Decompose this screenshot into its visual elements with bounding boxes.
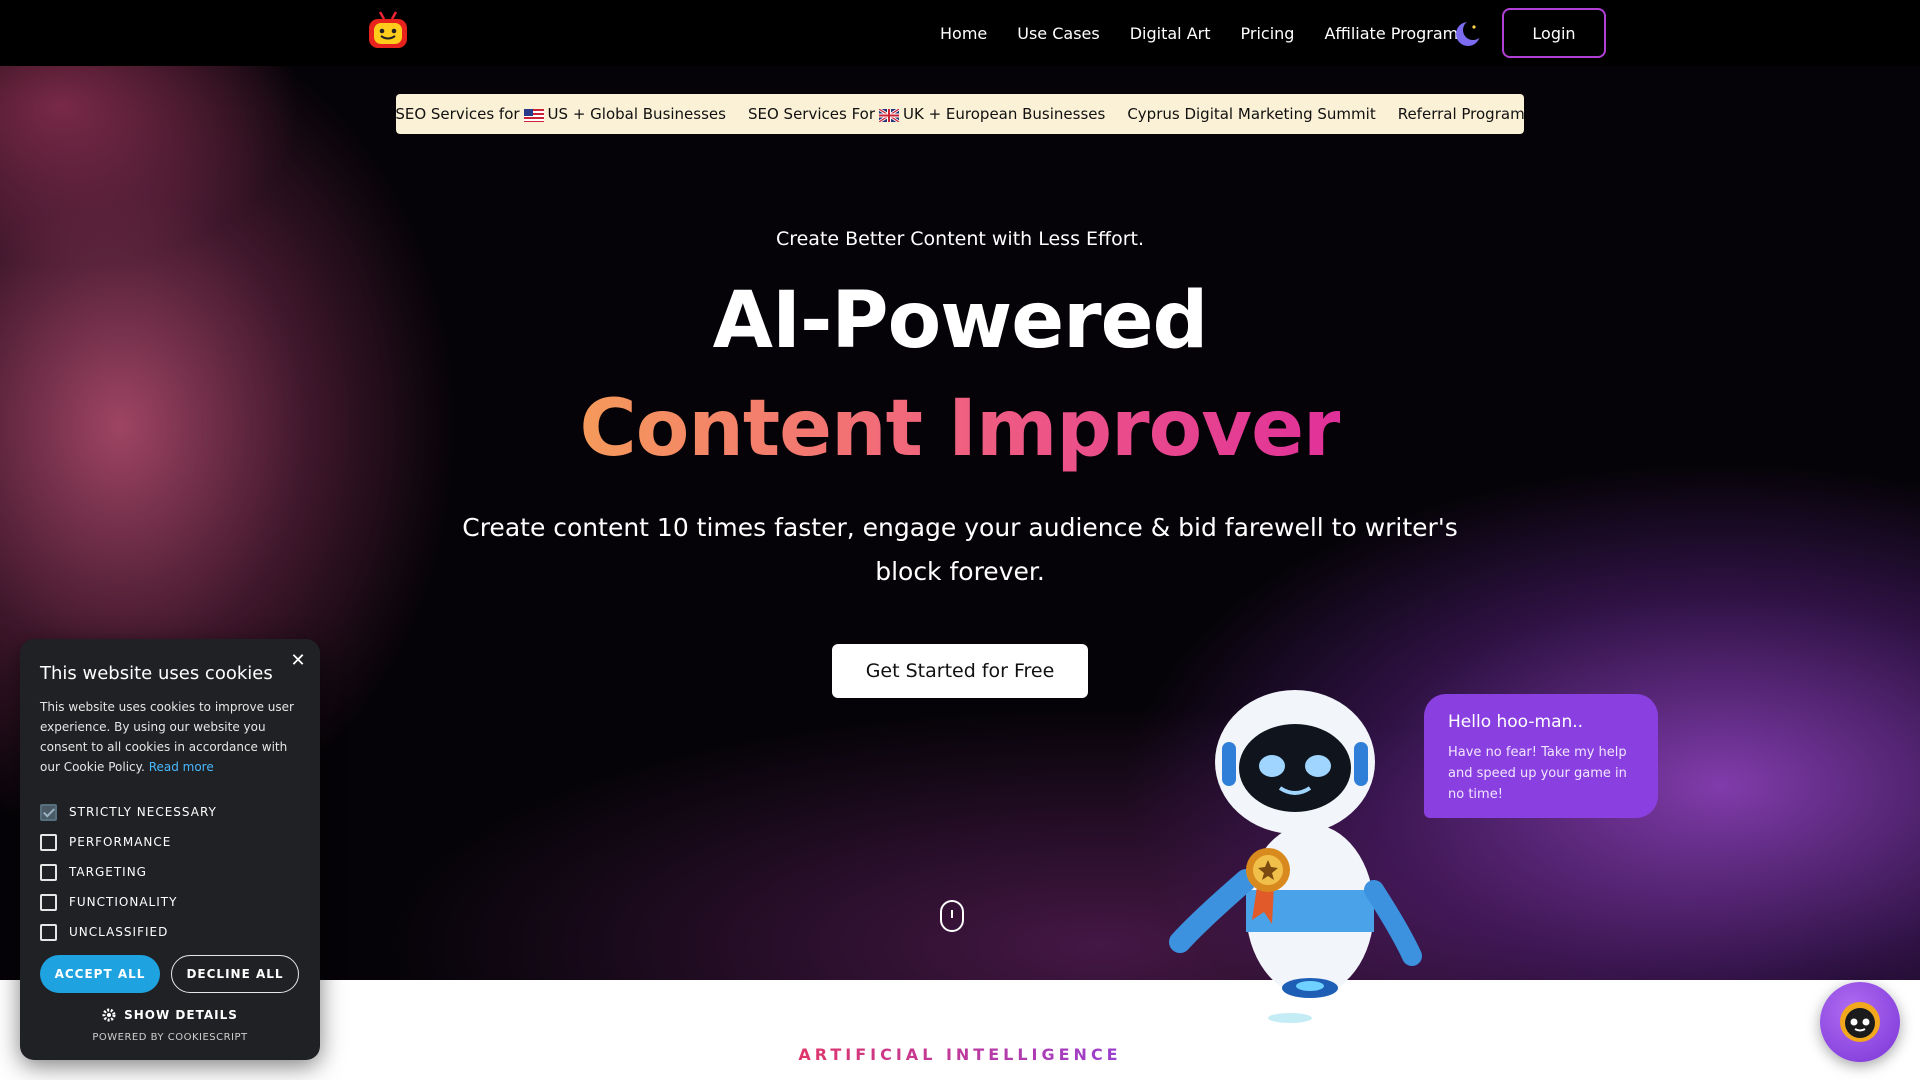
robot-face-icon [1840,1002,1880,1042]
uk-flag-icon [878,107,900,123]
powered-by-text: POWERED BY COOKIESCRIPT [92,1032,248,1043]
announce-link-us-seo[interactable]: SEO Services for US + Global Businesses [384,105,737,123]
cookie-option-strictly-necessary[interactable]: STRICTLY NECESSARY [40,797,217,827]
cookie-option-label: FUNCTIONALITY [69,895,178,909]
chat-greeting-bubble: Hello hoo-man.. Have no fear! Take my he… [1424,694,1658,818]
cookie-option-label: UNCLASSIFIED [69,925,169,939]
cookie-option-label: TARGETING [69,865,147,879]
main-nav: Home Use Cases Digital Art Pricing Affil… [940,0,1488,66]
top-navigation: Home Use Cases Digital Art Pricing Affil… [0,0,1920,66]
get-started-button[interactable]: Get Started for Free [832,644,1088,698]
cookie-option-unclassified[interactable]: UNCLASSIFIED [40,917,217,947]
cookie-option-label: STRICTLY NECESSARY [69,805,217,819]
bubble-title: Hello hoo-man.. [1448,712,1584,732]
read-more-link[interactable]: Read more [149,760,214,774]
decline-all-button[interactable]: DECLINE ALL [171,955,299,993]
section-eyebrow-text: ARTIFICIAL INTELLIGENCE [798,1045,1122,1064]
nav-affiliate-program[interactable]: Affiliate Program [1324,24,1458,43]
mouse-scroll-icon[interactable] [940,900,964,932]
chat-launcher-button[interactable] [1820,982,1900,1062]
checkbox-checked[interactable] [40,803,57,821]
login-button[interactable]: Login [1502,8,1606,58]
cookie-option-targeting[interactable]: TARGETING [40,857,217,887]
cookie-option-label: PERFORMANCE [69,835,172,849]
hero-subheadline: Create content 10 times faster, engage y… [462,513,1458,586]
nav-pricing[interactable]: Pricing [1241,24,1295,43]
announce-link-text: UK + European Businesses [903,105,1106,123]
announce-link-uk-seo[interactable]: SEO Services For UK + European Businesse… [737,105,1116,123]
checkbox[interactable] [40,923,57,941]
robot-tv-logo-icon[interactable] [366,10,410,50]
nav-use-cases[interactable]: Use Cases [1017,24,1099,43]
nav-home[interactable]: Home [940,24,987,43]
cookie-option-performance[interactable]: PERFORMANCE [40,827,217,857]
accept-all-button[interactable]: ACCEPT ALL [40,955,160,993]
cookie-description: This website uses cookies to improve use… [40,697,302,777]
announce-link-text: SEO Services For [747,105,875,123]
cookie-option-functionality[interactable]: FUNCTIONALITY [40,887,217,917]
moon-icon[interactable] [1454,20,1483,48]
cookie-category-list: STRICTLY NECESSARY PERFORMANCE TARGETING… [40,797,217,947]
hero-eyebrow: Create Better Content with Less Effort. [775,228,1145,250]
announce-link-referral[interactable]: Referral Program [1387,105,1536,123]
announcement-bar: SEO Services for US + Global Businesses … [395,94,1525,134]
gear-icon [102,1008,116,1022]
announce-link-text: US + Global Businesses [547,105,726,123]
bubble-text: Have no fear! Take my help and speed up … [1448,745,1627,802]
nav-digital-art[interactable]: Digital Art [1130,24,1211,43]
show-details-toggle[interactable]: SHOW DETAILS [20,1008,320,1022]
hero-headline-line1: AI-Powered [712,276,1209,366]
cookie-consent-dialog: ✕ This website uses cookies This website… [20,639,320,1060]
checkbox[interactable] [40,863,57,881]
checkbox[interactable] [40,833,57,851]
gradient-headline-text: Content Improver [579,384,1342,474]
checkbox[interactable] [40,893,57,911]
announce-link-text: SEO Services for [395,105,520,123]
announce-link-cyprus-summit[interactable]: Cyprus Digital Marketing Summit [1116,105,1386,123]
show-details-label: SHOW DETAILS [124,1008,238,1022]
hero-headline-line2: Content Improver [0,384,1920,474]
close-icon[interactable]: ✕ [288,651,308,671]
robot-mascot-illustration [1160,680,1440,1030]
us-flag-icon [523,108,544,122]
cookie-title: This website uses cookies [40,663,273,684]
